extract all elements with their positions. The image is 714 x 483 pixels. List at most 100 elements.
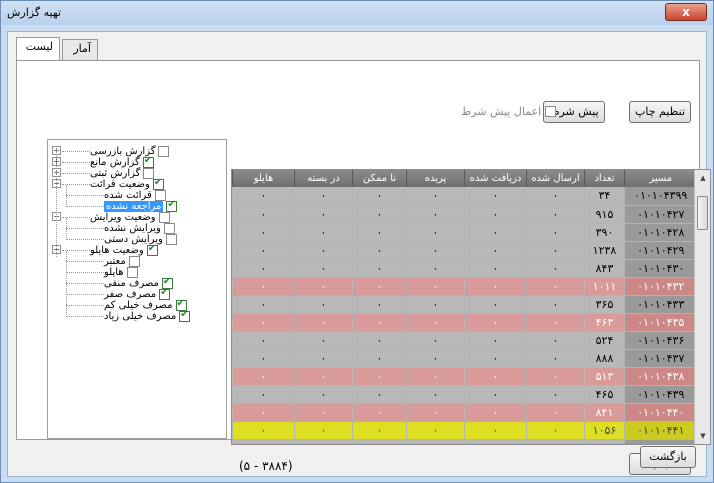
table-cell: ۰: [406, 421, 465, 440]
table-cell: ۰: [464, 421, 527, 440]
client-area: لیست آمار تنظیم چاپ پیش شرط اعمال پیش شر…: [7, 31, 711, 477]
table-cell: ۰: [232, 421, 295, 440]
route-cell: ۰۱۰۱۰۴۲۷: [624, 205, 697, 224]
table-row[interactable]: ۰۱۰۱۰۴۲۸ ۳۹۰ ۰ ۰ ۰ ۰ ۰ ۰: [232, 223, 697, 242]
table-cell: ۰: [232, 223, 295, 242]
table-cell: ۰: [352, 277, 407, 296]
table-cell: ۰: [406, 295, 465, 314]
table-cell: ۰: [464, 187, 527, 206]
table-cell: ۸۸۸: [584, 349, 625, 368]
tab-list[interactable]: لیست: [16, 37, 60, 60]
tree-checkbox[interactable]: [146, 243, 158, 256]
table-cell: ۰: [526, 277, 585, 296]
table-cell: ۰: [406, 187, 465, 206]
table-cell: ۰: [526, 367, 585, 386]
column-header[interactable]: مسیر: [624, 170, 697, 187]
table-cell: ۰: [294, 259, 353, 278]
table-cell: ۰: [464, 331, 527, 350]
apply-precondition-toggle[interactable]: اعمال پیش شرط: [461, 105, 557, 118]
column-header[interactable]: ارسال شده: [526, 170, 585, 187]
print-setup-button[interactable]: تنظیم چاپ: [629, 101, 691, 123]
table-cell: ۰: [464, 367, 527, 386]
table-cell: ۰: [232, 349, 295, 368]
tree-checkbox[interactable]: [165, 234, 177, 245]
table-cell: ۰: [232, 439, 295, 444]
table-cell: ۰: [406, 385, 465, 404]
table-cell: ۰: [464, 295, 527, 314]
table-row[interactable]: ۰۱۰۱۰۴۳۷ ۸۸۸ ۰ ۰ ۰ ۰ ۰ ۰: [232, 349, 697, 368]
table-cell: ۰: [464, 439, 527, 444]
table-cell: ۰: [464, 259, 527, 278]
tab-stats[interactable]: آمار: [62, 39, 98, 60]
apply-precondition-label: اعمال پیش شرط: [461, 105, 542, 118]
tree-checkbox[interactable]: [158, 146, 170, 157]
table-cell: ۰: [294, 205, 353, 224]
table-cell: ۰: [526, 313, 585, 332]
scroll-thumb[interactable]: [697, 196, 708, 230]
column-header[interactable]: تعداد: [584, 170, 625, 187]
table-cell: ۰: [406, 349, 465, 368]
route-cell: ۰۱۰۱۰۴۳۰: [624, 259, 697, 278]
table-cell: ۰: [406, 259, 465, 278]
column-header[interactable]: در بسته: [294, 170, 353, 187]
table-cell: ۰: [352, 349, 407, 368]
route-cell: ۰۱۰۱۰۴۳۹: [624, 385, 697, 404]
table-cell: ۰: [406, 367, 465, 386]
table-cell: ۰: [464, 349, 527, 368]
column-header[interactable]: پریده: [406, 170, 465, 187]
table-cell: ۵۱۳: [584, 367, 625, 386]
column-header[interactable]: هایلو: [232, 170, 295, 187]
table-cell: ۱۰۱۱: [584, 277, 625, 296]
table-row[interactable]: ۰۱۰۱۰۴۳۹۹ ۳۴ ۰ ۰ ۰ ۰ ۰ ۰: [232, 187, 697, 206]
table-row[interactable]: ۰۱۰۱۰۴۳۵ ۴۶۳ ۰ ۰ ۰ ۰ ۰ ۰: [232, 313, 697, 332]
table-cell: ۰: [352, 241, 407, 260]
table-cell: ۰: [352, 223, 407, 242]
grid-scrollbar[interactable]: ▲ ▼: [694, 170, 710, 444]
table-row[interactable]: ۰۱۰۱۰۴۳۶ ۵۲۴ ۰ ۰ ۰ ۰ ۰ ۰: [232, 331, 697, 350]
table-cell: ۰: [352, 313, 407, 332]
tree-item-label: مصرف خیلی زیاد: [104, 311, 177, 322]
column-header[interactable]: دریافت شده: [464, 170, 527, 187]
table-cell: ۰: [232, 187, 295, 206]
table-cell: ۰: [526, 439, 585, 444]
table-cell: ۰: [232, 385, 295, 404]
table-row[interactable]: ۰۱۰۱۰۴۳۰ ۸۴۳ ۰ ۰ ۰ ۰ ۰ ۰: [232, 259, 697, 278]
table-row[interactable]: ۰۱۰۱۰۴۳۸ ۵۱۳ ۰ ۰ ۰ ۰ ۰ ۰: [232, 367, 697, 386]
table-row[interactable]: ۰۱۰۱۰۴۴۱ ۱۰۵۶ ۰ ۰ ۰ ۰ ۰ ۰: [232, 421, 697, 440]
tree-checkbox[interactable]: [179, 309, 191, 322]
table-row[interactable]: ۰۱۰۱۰۴۳۲ ۱۰۱۱ ۰ ۰ ۰ ۰ ۰ ۰: [232, 277, 697, 296]
table-row[interactable]: ۰۱۰۱۰۴۴۰ ۸۴۱ ۰ ۰ ۰ ۰ ۰ ۰: [232, 403, 697, 422]
routes-table: مسیر تعداد ارسال شده دریافت شده پریده نا ممکن…: [232, 170, 697, 444]
table-row[interactable]: ۰۱۰۱۰۴۳۹ ۴۶۵ ۰ ۰ ۰ ۰ ۰ ۰: [232, 385, 697, 404]
tree-item[interactable]: مصرف خیلی زیاد: [104, 309, 191, 323]
back-button[interactable]: بازگشت: [640, 446, 696, 468]
table-row[interactable]: ۰۱۰۱۰۴۴۲۲۳۹۰۰۰۰۰۰: [232, 439, 697, 444]
table-cell: ۵۲۴: [584, 331, 625, 350]
table-cell: ۰: [294, 421, 353, 440]
table-cell: ۳۴: [584, 187, 625, 206]
table-row[interactable]: ۰۱۰۱۰۴۳۳ ۳۶۵ ۰ ۰ ۰ ۰ ۰ ۰: [232, 295, 697, 314]
table-cell: ۰: [352, 259, 407, 278]
title-bar[interactable]: تهیه گزارش x: [1, 1, 713, 25]
table-cell: ۰: [406, 205, 465, 224]
table-row[interactable]: ۰۱۰۱۰۴۲۷ ۹۱۵ ۰ ۰ ۰ ۰ ۰ ۰: [232, 205, 697, 224]
column-header[interactable]: نا ممکن: [352, 170, 407, 187]
table-cell: ۰: [232, 313, 295, 332]
close-button[interactable]: x: [665, 3, 707, 21]
table-cell: ۰: [352, 439, 407, 444]
filter-tree: +گزارش بازرسی+گزارش مانع+گزارش ثبتی−وضعی…: [47, 139, 227, 439]
table-row[interactable]: ۰۱۰۱۰۴۲۹ ۱۲۳۸ ۰ ۰ ۰ ۰ ۰ ۰: [232, 241, 697, 260]
table-cell: ۰: [232, 241, 295, 260]
scroll-down-icon[interactable]: ▼: [695, 428, 710, 444]
table-cell: ۰: [352, 187, 407, 206]
table-cell: ۱۰۵۶: [584, 421, 625, 440]
table-cell: ۰: [464, 403, 527, 422]
table-cell: ۰: [526, 241, 585, 260]
scroll-up-icon[interactable]: ▲: [695, 170, 710, 186]
table-cell: ۰: [464, 241, 527, 260]
table-cell: ۰: [294, 331, 353, 350]
apply-precondition-checkbox[interactable]: [545, 106, 557, 117]
table-cell: ۰: [352, 205, 407, 224]
table-cell: ۰: [526, 403, 585, 422]
table-cell: ۰: [464, 313, 527, 332]
